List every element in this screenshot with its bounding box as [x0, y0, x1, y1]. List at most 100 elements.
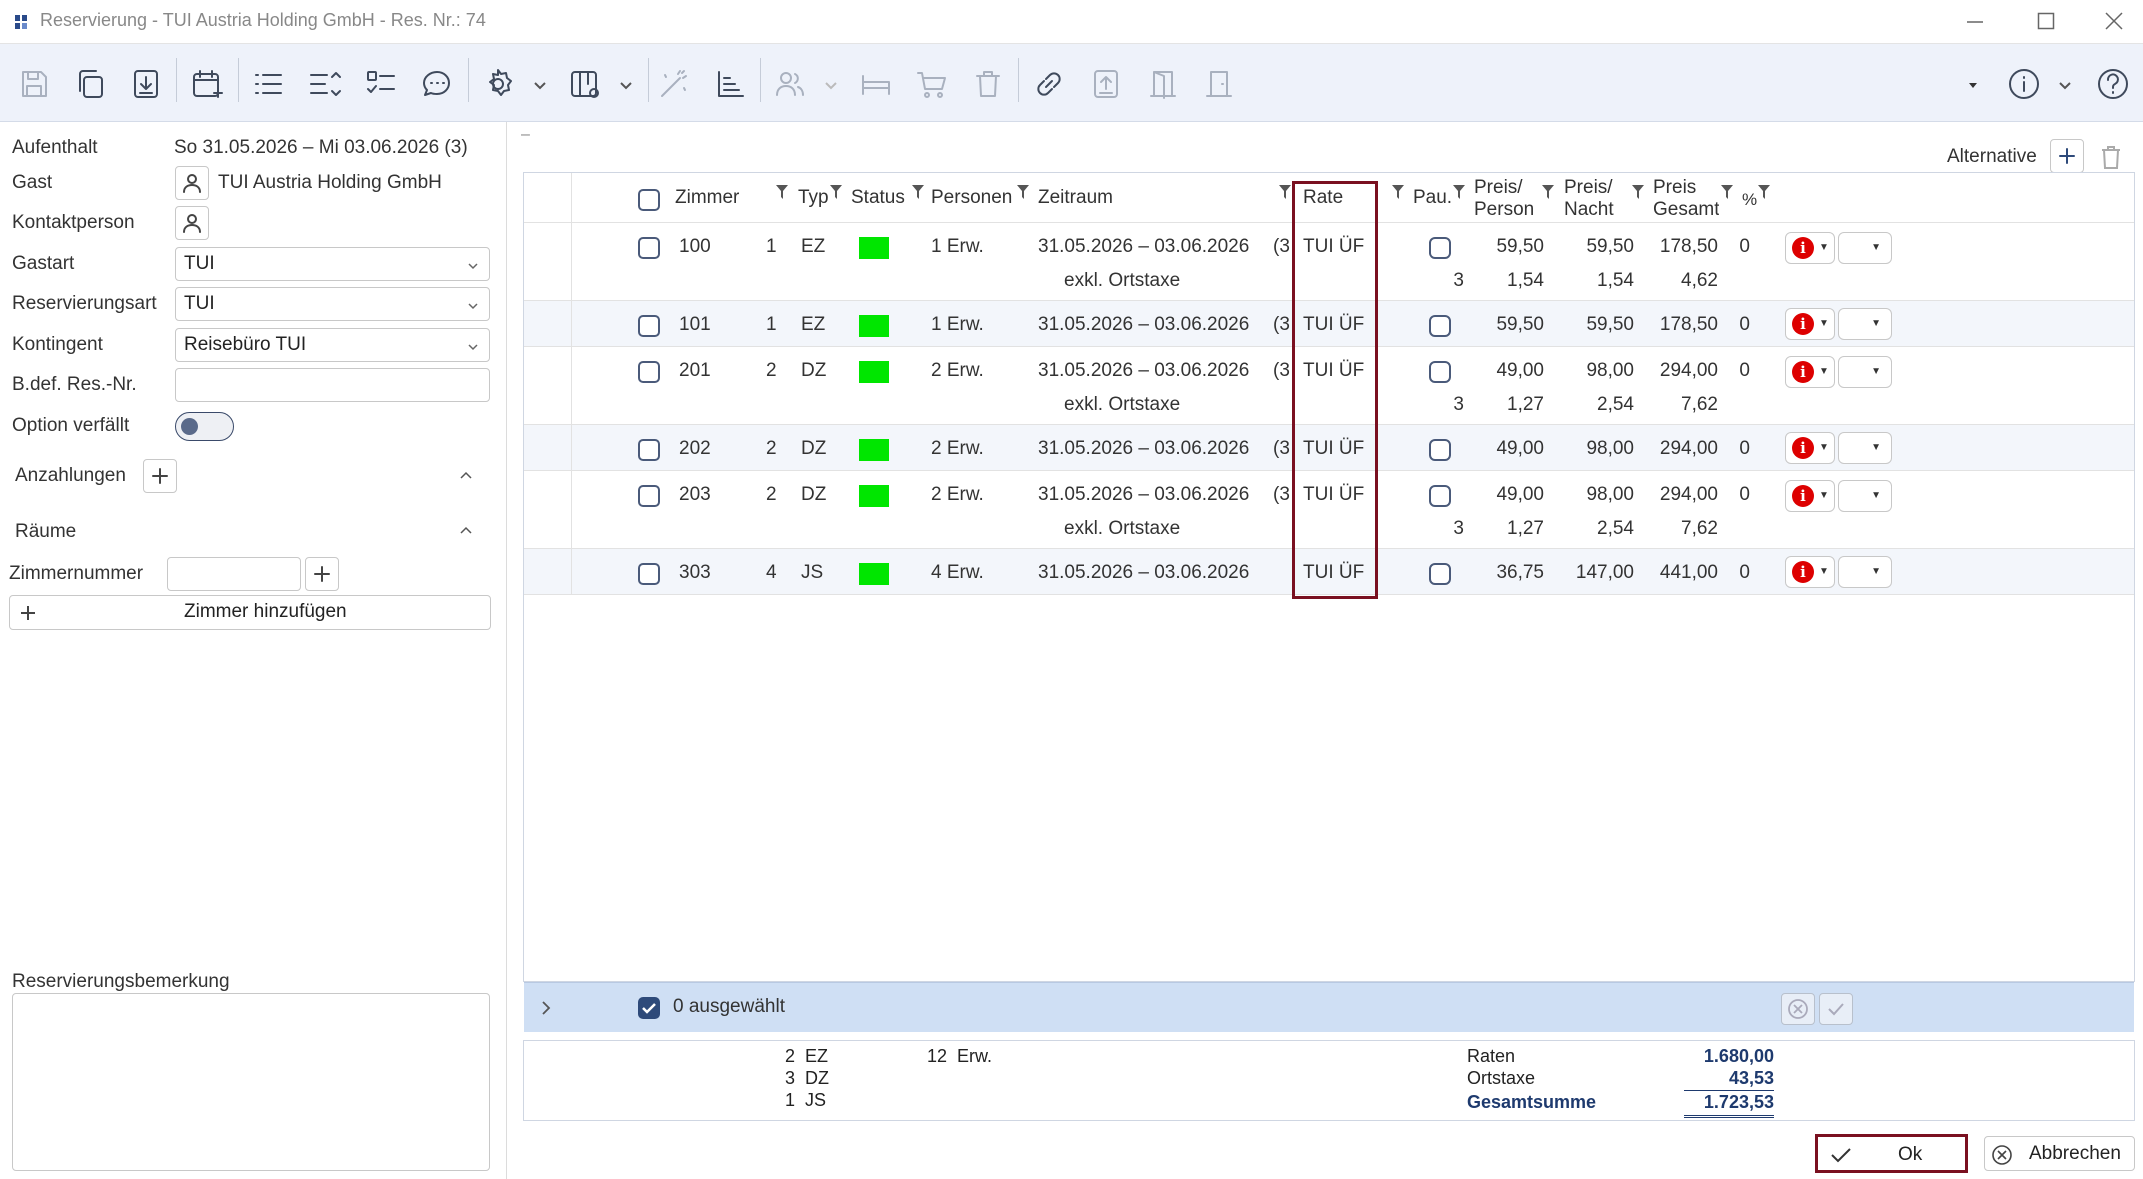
bed-icon[interactable]: [854, 62, 898, 106]
door-icon[interactable]: [1197, 62, 1241, 106]
pau-checkbox[interactable]: [1429, 439, 1451, 461]
row-checkbox[interactable]: [638, 237, 660, 259]
row-checkbox[interactable]: [638, 439, 660, 461]
info-dropdown[interactable]: i ▼: [1785, 480, 1835, 512]
minimize-icon[interactable]: [1966, 20, 1984, 24]
filter-icon[interactable]: [1758, 185, 1770, 199]
row-checkbox[interactable]: [638, 485, 660, 507]
add-alternative-button[interactable]: [2050, 139, 2084, 173]
cart-icon[interactable]: [910, 62, 954, 106]
kontaktperson-button[interactable]: [175, 206, 209, 240]
info-dropdown[interactable]: i ▼: [1785, 432, 1835, 464]
trash-icon[interactable]: [2098, 143, 2124, 171]
list-icon[interactable]: [246, 62, 290, 106]
header-preis-gesamt-2[interactable]: Gesamt: [1653, 199, 1719, 221]
ok-button[interactable]: Ok: [1815, 1134, 1968, 1173]
row-select[interactable]: ▼: [1838, 432, 1892, 464]
maximize-icon[interactable]: [2037, 12, 2055, 30]
info-icon[interactable]: [2002, 62, 2046, 106]
header-preis-person-1[interactable]: Preis/: [1474, 177, 1523, 199]
zimmer-hinzufuegen-button[interactable]: Zimmer hinzufügen: [9, 595, 491, 630]
abbrechen-button[interactable]: Abbrechen: [1984, 1136, 2135, 1171]
header-pau[interactable]: Pau.: [1413, 187, 1452, 209]
door-open-icon[interactable]: [1141, 62, 1185, 106]
info-dropdown[interactable]: i ▼: [1785, 308, 1835, 340]
filter-icon[interactable]: [1392, 185, 1404, 199]
select-all-checkbox[interactable]: [638, 189, 660, 211]
aufenthalt-value[interactable]: So 31.05.2026 – Mi 03.06.2026 (3): [174, 137, 468, 159]
row-select[interactable]: ▼: [1838, 356, 1892, 388]
filter-icon[interactable]: [1721, 185, 1733, 199]
header-zeitraum[interactable]: Zeitraum: [1038, 187, 1113, 209]
header-preis-gesamt-1[interactable]: Preis: [1653, 177, 1696, 199]
pau-checkbox[interactable]: [1429, 485, 1451, 507]
checklist-icon[interactable]: [359, 62, 403, 106]
option-verfaellt-toggle[interactable]: [175, 412, 234, 441]
chevron-up-icon[interactable]: [458, 524, 474, 536]
filter-icon[interactable]: [1632, 185, 1644, 199]
guests-icon[interactable]: [768, 62, 812, 106]
row-checkbox[interactable]: [638, 315, 660, 337]
filter-icon[interactable]: [776, 185, 788, 199]
gastart-select[interactable]: TUI: [175, 247, 490, 281]
upload-icon[interactable]: [1084, 62, 1128, 106]
confirm-selection-button[interactable]: [1819, 993, 1853, 1025]
row-checkbox[interactable]: [638, 563, 660, 585]
row-select[interactable]: ▼: [1838, 232, 1892, 264]
header-preis-person-2[interactable]: Person: [1474, 199, 1534, 221]
header-typ[interactable]: Typ: [798, 187, 829, 209]
layout-icon[interactable]: [563, 62, 607, 106]
save-icon[interactable]: [12, 62, 56, 106]
row-select[interactable]: ▼: [1838, 556, 1892, 588]
chevron-down-icon[interactable]: [2058, 78, 2072, 92]
copy-icon[interactable]: [68, 62, 112, 106]
link-icon[interactable]: [1027, 62, 1071, 106]
add-anzahlung-button[interactable]: [143, 459, 177, 493]
header-preis-nacht-2[interactable]: Nacht: [1564, 199, 1614, 221]
row-select[interactable]: ▼: [1838, 480, 1892, 512]
filter-icon[interactable]: [1279, 185, 1291, 199]
header-status[interactable]: Status: [851, 187, 905, 209]
chevron-down-icon[interactable]: [824, 78, 838, 92]
chevron-down-icon[interactable]: [619, 78, 633, 92]
filter-icon[interactable]: [830, 185, 842, 199]
calendar-add-icon[interactable]: [185, 62, 229, 106]
gast-value[interactable]: TUI Austria Holding GmbH: [218, 172, 442, 194]
reservierungsbemerkung-textarea[interactable]: [12, 993, 490, 1171]
download-icon[interactable]: [124, 62, 168, 106]
reservierungsart-select[interactable]: TUI: [175, 287, 490, 321]
chart-icon[interactable]: [708, 62, 752, 106]
row-select[interactable]: ▼: [1838, 308, 1892, 340]
info-dropdown[interactable]: i ▼: [1785, 356, 1835, 388]
header-preis-nacht-1[interactable]: Preis/: [1564, 177, 1613, 199]
filter-icon[interactable]: [1542, 185, 1554, 199]
pau-checkbox[interactable]: [1429, 361, 1451, 383]
chevron-down-icon[interactable]: [533, 78, 547, 92]
pau-checkbox[interactable]: [1429, 315, 1451, 337]
pau-checkbox[interactable]: [1429, 237, 1451, 259]
trash-icon[interactable]: [966, 62, 1010, 106]
info-dropdown[interactable]: i ▼: [1785, 232, 1835, 264]
settings-icon[interactable]: [476, 62, 520, 106]
info-dropdown[interactable]: i ▼: [1785, 556, 1835, 588]
zimmernummer-input[interactable]: [167, 557, 301, 591]
help-icon[interactable]: [2091, 62, 2135, 106]
pau-checkbox[interactable]: [1429, 563, 1451, 585]
filter-icon[interactable]: [912, 185, 924, 199]
chevron-up-icon[interactable]: [458, 469, 474, 481]
header-pct[interactable]: %: [1742, 189, 1757, 211]
bdef-resnr-input[interactable]: [175, 368, 490, 402]
gast-person-button[interactable]: [175, 166, 209, 200]
magic-wand-icon[interactable]: [652, 62, 696, 106]
list-sort-icon[interactable]: [302, 62, 346, 106]
close-icon[interactable]: [2104, 11, 2124, 31]
kontingent-select[interactable]: Reisebüro TUI: [175, 328, 490, 362]
selection-checkbox[interactable]: [638, 997, 660, 1019]
cancel-selection-button[interactable]: [1781, 993, 1815, 1025]
chat-icon[interactable]: [415, 62, 459, 106]
chevron-right-icon[interactable]: [540, 1000, 552, 1016]
filter-icon[interactable]: [1453, 185, 1465, 199]
add-zimmernummer-button[interactable]: [305, 557, 339, 591]
chevron-down-icon[interactable]: [1966, 78, 1980, 92]
row-checkbox[interactable]: [638, 361, 660, 383]
